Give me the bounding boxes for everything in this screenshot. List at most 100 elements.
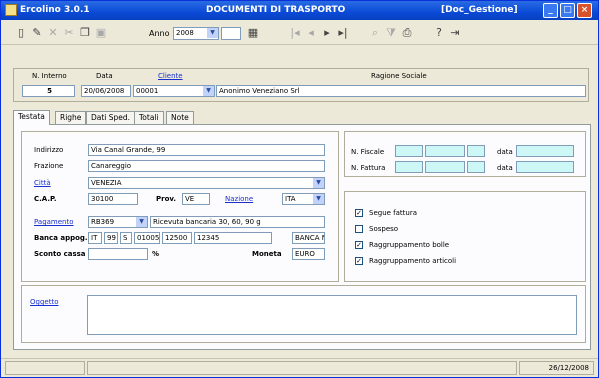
- edit-icon[interactable]: ✎: [29, 25, 45, 41]
- segue-fattura-label: Segue fattura: [369, 209, 418, 217]
- oggetto-box: Oggetto: [21, 285, 586, 343]
- banca-nome-field[interactable]: BANCA NA: [292, 232, 325, 244]
- tab-righe[interactable]: Righe: [55, 111, 87, 124]
- chevron-down-icon[interactable]: ▼: [203, 86, 214, 96]
- cliente-link[interactable]: Cliente: [158, 72, 183, 80]
- chevron-down-icon[interactable]: ▼: [313, 194, 324, 204]
- data-fattura-label: data: [497, 164, 513, 172]
- moneta-field[interactable]: EURO: [292, 248, 325, 260]
- ragione-sociale-label: Ragione Sociale: [371, 72, 427, 80]
- indirizzo-label: Indirizzo: [34, 146, 64, 154]
- data-label: Data: [96, 72, 113, 80]
- tab-note[interactable]: Note: [166, 111, 194, 124]
- form-title: DOCUMENTI DI TRASPORTO: [206, 5, 346, 15]
- search-icon[interactable]: ⌕: [367, 25, 383, 41]
- banca-abi-field[interactable]: 01005: [134, 232, 160, 244]
- ragione-sociale-field[interactable]: Anonimo Veneziano Srl: [216, 85, 586, 97]
- raggruppamento-bolle-checkbox[interactable]: ✓: [355, 241, 363, 249]
- app-icon: [5, 4, 17, 16]
- frazione-field[interactable]: Canareggio: [88, 160, 325, 172]
- next-record-icon[interactable]: ▸: [319, 25, 335, 41]
- first-record-icon[interactable]: |◂: [287, 25, 303, 41]
- anno-extra-field[interactable]: [221, 27, 241, 40]
- options-box: ✓ Segue fattura Sospeso ✓ Raggruppamento…: [344, 191, 586, 282]
- cap-field[interactable]: 30100: [88, 193, 138, 205]
- nazione-select[interactable]: ITA ▼: [282, 193, 325, 205]
- tab-testata[interactable]: Testata: [13, 110, 50, 125]
- calendar-icon[interactable]: ▦: [245, 25, 261, 41]
- sospeso-checkbox[interactable]: [355, 225, 363, 233]
- nazione-link[interactable]: Nazione: [225, 195, 253, 203]
- address-box: Indirizzo Via Canal Grande, 99 Frazione …: [21, 131, 339, 282]
- n-fiscale-field-1[interactable]: [395, 145, 423, 157]
- n-interno-field[interactable]: 5: [22, 85, 75, 97]
- previous-record-icon[interactable]: ◂: [303, 25, 319, 41]
- toolbar: ▯ ✎ ✕ ✂ ❐ ▣ Anno 2008 ▼ ▦ |◂ ◂ ▸ ▸| ⌕ ⧩ ⎙…: [1, 20, 598, 45]
- save-icon[interactable]: ▣: [93, 25, 109, 41]
- n-fattura-field-3[interactable]: [467, 161, 485, 173]
- delete-icon[interactable]: ✕: [45, 25, 61, 41]
- tab-dati-sped[interactable]: Dati Sped.: [86, 111, 136, 124]
- main-window: Ercolino 3.0.1 DOCUMENTI DI TRASPORTO [D…: [0, 0, 599, 378]
- cap-label: C.A.P.: [34, 195, 57, 203]
- minimize-button[interactable]: _: [543, 3, 558, 18]
- cliente-select[interactable]: 00001 ▼: [133, 85, 215, 97]
- tab-totali[interactable]: Totali: [134, 111, 164, 124]
- app-title: Ercolino 3.0.1: [20, 5, 90, 15]
- banca-conto-field[interactable]: 12345: [194, 232, 272, 244]
- fiscal-box: N. Fiscale data N. Fattura data: [344, 131, 586, 177]
- raggruppamento-articoli-label: Raggruppamento articoli: [369, 257, 457, 265]
- n-fattura-label: N. Fattura: [351, 164, 386, 172]
- chevron-down-icon[interactable]: ▼: [207, 28, 218, 38]
- banca-check-field[interactable]: 99: [104, 232, 118, 244]
- indirizzo-field[interactable]: Via Canal Grande, 99: [88, 144, 325, 156]
- sconto-label: Sconto cassa: [34, 250, 86, 258]
- oggetto-link[interactable]: Oggetto: [30, 298, 58, 306]
- n-interno-label: N. Interno: [32, 72, 67, 80]
- data-fiscale-field[interactable]: [516, 145, 574, 157]
- pagamento-code-select[interactable]: RB369 ▼: [88, 216, 148, 228]
- title-bar[interactable]: Ercolino 3.0.1 DOCUMENTI DI TRASPORTO [D…: [1, 1, 598, 20]
- maximize-button[interactable]: □: [560, 3, 575, 18]
- frazione-label: Frazione: [34, 162, 64, 170]
- banca-paese-field[interactable]: IT: [88, 232, 102, 244]
- segue-fattura-checkbox[interactable]: ✓: [355, 209, 363, 217]
- n-fattura-field-2[interactable]: [425, 161, 465, 173]
- status-bar: 26/12/2008: [1, 358, 598, 377]
- banca-cab-field[interactable]: 12500: [162, 232, 192, 244]
- n-fiscale-field-3[interactable]: [467, 145, 485, 157]
- sconto-field[interactable]: [88, 248, 148, 260]
- pagamento-link[interactable]: Pagamento: [34, 218, 74, 226]
- sconto-unit: %: [152, 250, 160, 258]
- new-document-icon[interactable]: ▯: [13, 25, 29, 41]
- chevron-down-icon[interactable]: ▼: [136, 217, 147, 227]
- close-button[interactable]: ×: [577, 3, 592, 18]
- oggetto-textarea[interactable]: [87, 295, 577, 335]
- module-name: [Doc_Gestione]: [441, 5, 518, 15]
- banca-cin-field[interactable]: S: [120, 232, 132, 244]
- citta-link[interactable]: Città: [34, 179, 51, 187]
- n-fiscale-field-2[interactable]: [425, 145, 465, 157]
- last-record-icon[interactable]: ▸|: [335, 25, 351, 41]
- pagamento-desc-field[interactable]: Ricevuta bancaria 30, 60, 90 g: [150, 216, 325, 228]
- citta-select[interactable]: VENEZIA ▼: [88, 177, 325, 189]
- chevron-down-icon[interactable]: ▼: [313, 178, 324, 188]
- anno-label: Anno: [149, 29, 170, 38]
- copy-icon[interactable]: ❐: [77, 25, 93, 41]
- prov-field[interactable]: VE: [182, 193, 210, 205]
- exit-icon[interactable]: ⇥: [447, 25, 463, 41]
- data-fiscale-label: data: [497, 148, 513, 156]
- print-icon[interactable]: ⎙: [399, 25, 415, 41]
- help-icon[interactable]: ?: [431, 25, 447, 41]
- banca-label: Banca appog.: [34, 234, 88, 242]
- data-fattura-field[interactable]: [516, 161, 574, 173]
- n-fattura-field-1[interactable]: [395, 161, 423, 173]
- prov-label: Prov.: [156, 195, 177, 203]
- cut-icon[interactable]: ✂: [61, 25, 77, 41]
- filter-icon[interactable]: ⧩: [383, 25, 399, 41]
- data-field[interactable]: 20/06/2008: [81, 85, 131, 97]
- anno-select[interactable]: 2008 ▼: [173, 27, 219, 40]
- raggruppamento-articoli-checkbox[interactable]: ✓: [355, 257, 363, 265]
- sospeso-label: Sospeso: [369, 225, 399, 233]
- status-date: 26/12/2008: [519, 361, 594, 375]
